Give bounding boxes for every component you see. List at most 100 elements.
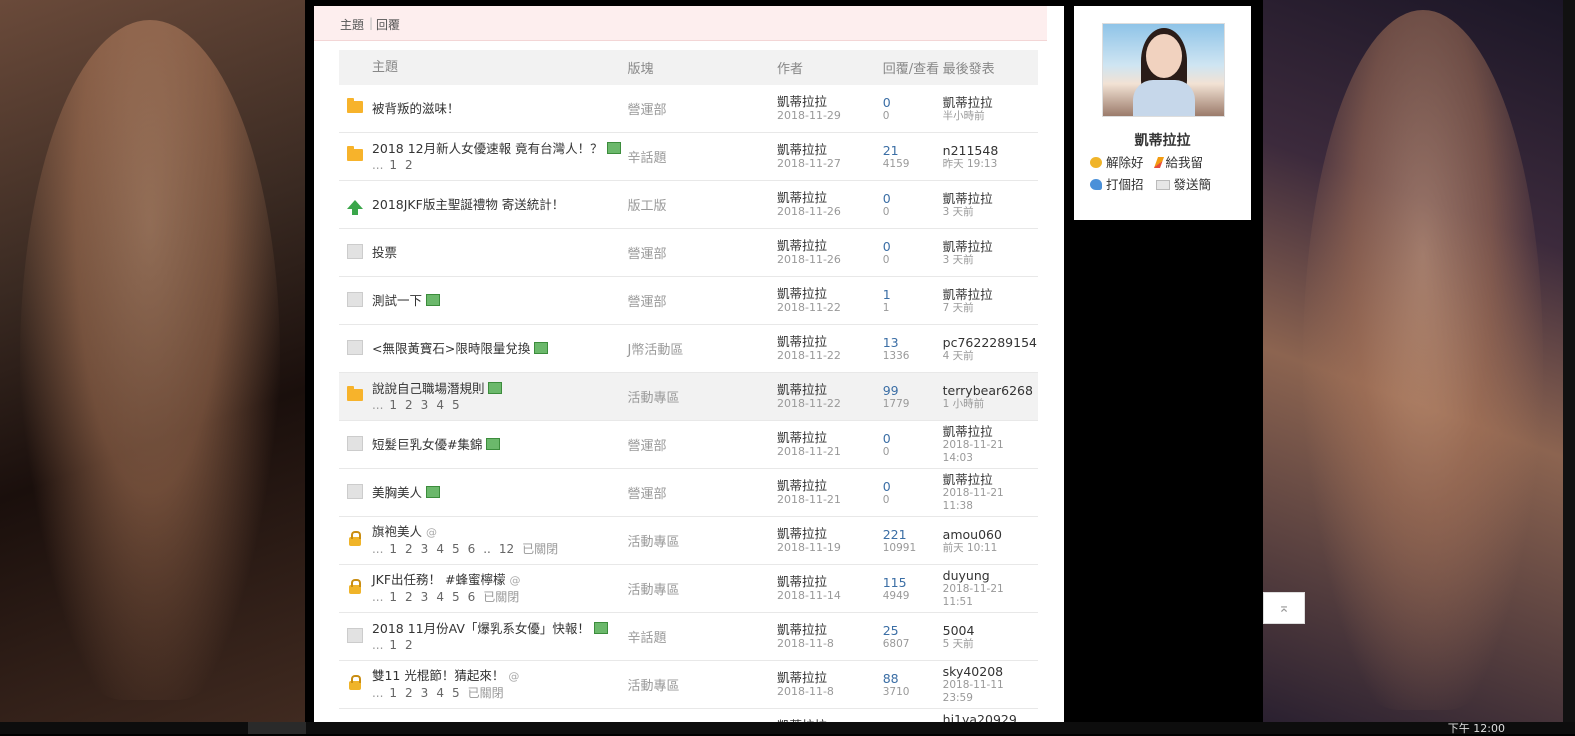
last-poster-link[interactable]: 凱蒂拉拉 xyxy=(943,95,1037,110)
page-link[interactable]: 5 xyxy=(452,542,460,556)
board-link[interactable]: 營運部 xyxy=(628,295,667,310)
board-link[interactable]: J幣活動區 xyxy=(628,343,684,358)
page-link[interactable]: 1 xyxy=(389,158,397,172)
avatar[interactable] xyxy=(1102,23,1225,117)
last-poster-link[interactable]: amou060 xyxy=(943,527,1037,542)
author-link[interactable]: 凱蒂拉拉 xyxy=(777,334,881,349)
last-poster-link[interactable]: terrybear6268 xyxy=(943,383,1037,398)
last-post-time[interactable]: 前天 10:11 xyxy=(943,542,1037,555)
thread-title-link[interactable]: 2018 11月份AV「爆乳系女優」快報！ xyxy=(372,621,590,636)
page-link[interactable]: 6 xyxy=(468,542,476,556)
document-icon[interactable] xyxy=(346,483,363,499)
pinned-up-icon[interactable] xyxy=(346,199,363,215)
page-link[interactable]: 4 xyxy=(436,590,444,604)
page-link[interactable]: 5 xyxy=(452,686,460,700)
back-to-top-button[interactable]: ⌅ xyxy=(1263,592,1305,624)
document-icon[interactable] xyxy=(346,627,363,643)
page-link[interactable]: 2 xyxy=(405,686,413,700)
reply-count[interactable]: 99 xyxy=(883,383,941,398)
board-link[interactable]: 活動專區 xyxy=(628,391,680,406)
board-link[interactable]: 辛話題 xyxy=(628,151,667,166)
last-poster-link[interactable]: 5004 xyxy=(943,623,1037,638)
poke-button[interactable]: 打個招 xyxy=(1090,174,1144,196)
author-link[interactable]: 凱蒂拉拉 xyxy=(777,670,881,685)
leave-message-button[interactable]: 給我留 xyxy=(1153,152,1203,174)
thread-title-link[interactable]: 2018JKF版主聖誕禮物 寄送統計！ xyxy=(372,197,564,212)
folder-icon[interactable] xyxy=(346,98,363,113)
unfriend-button[interactable]: 解除好 xyxy=(1090,152,1144,174)
reply-count[interactable]: 1 xyxy=(883,287,941,302)
page-link[interactable]: 1 xyxy=(389,638,397,652)
folder-icon[interactable] xyxy=(346,146,363,161)
board-link[interactable]: 營運部 xyxy=(628,487,667,502)
reply-count[interactable]: 0 xyxy=(883,239,941,254)
page-link[interactable]: 1 xyxy=(389,398,397,412)
last-post-time[interactable]: 2018-11-21 11:38 xyxy=(943,487,1037,513)
page-link[interactable]: 4 xyxy=(436,542,444,556)
reply-count[interactable]: 115 xyxy=(883,575,941,590)
thread-title-link[interactable]: 投票 xyxy=(372,245,397,260)
page-link[interactable]: 2 xyxy=(405,542,413,556)
last-poster-link[interactable]: pc7622289154 xyxy=(943,335,1037,350)
last-poster-link[interactable]: n211548 xyxy=(943,143,1037,158)
tab-topic[interactable]: 主題 xyxy=(340,16,364,33)
author-link[interactable]: 凱蒂拉拉 xyxy=(777,478,881,493)
author-link[interactable]: 凱蒂拉拉 xyxy=(777,526,881,541)
thread-title-link[interactable]: 雙11 光棍節！猜起來！ xyxy=(372,668,504,683)
author-link[interactable]: 凱蒂拉拉 xyxy=(777,574,881,589)
board-link[interactable]: 辛話題 xyxy=(628,631,667,646)
page-link[interactable]: 1 xyxy=(389,590,397,604)
page-link[interactable]: 3 xyxy=(421,542,429,556)
last-poster-link[interactable]: duyung xyxy=(943,568,1037,583)
author-link[interactable]: 凱蒂拉拉 xyxy=(777,286,881,301)
page-link[interactable]: 3 xyxy=(421,590,429,604)
thread-title-link[interactable]: 短髮巨乳女優#集錦 xyxy=(372,437,482,452)
last-post-time[interactable]: 7 天前 xyxy=(943,302,1037,315)
document-icon[interactable] xyxy=(346,435,363,451)
author-link[interactable]: 凱蒂拉拉 xyxy=(777,622,881,637)
page-link[interactable]: 2 xyxy=(405,398,413,412)
thread-title-link[interactable]: 說說自己職場潛規則 xyxy=(372,381,485,396)
reply-count[interactable]: 13 xyxy=(883,335,941,350)
reply-count[interactable]: 221 xyxy=(883,527,941,542)
last-poster-link[interactable]: 凱蒂拉拉 xyxy=(943,472,1037,487)
thread-title-link[interactable]: 美胸美人 xyxy=(372,485,422,500)
lock-icon[interactable] xyxy=(348,674,361,690)
lock-icon[interactable] xyxy=(348,530,361,546)
author-link[interactable]: 凱蒂拉拉 xyxy=(777,190,881,205)
page-link[interactable]: 6 xyxy=(468,590,476,604)
thread-title-link[interactable]: 測試一下 xyxy=(372,293,422,308)
page-link[interactable]: 4 xyxy=(436,398,444,412)
last-post-time[interactable]: 2018-11-21 14:03 xyxy=(943,439,1037,465)
document-icon[interactable] xyxy=(346,291,363,307)
page-link[interactable]: 1 xyxy=(389,542,397,556)
page-link[interactable]: 5 xyxy=(452,590,460,604)
page-link[interactable]: 2 xyxy=(405,638,413,652)
thread-title-link[interactable]: <無限黃寶石>限時限量兌換 xyxy=(372,341,530,356)
author-link[interactable]: 凱蒂拉拉 xyxy=(777,382,881,397)
taskbar-item[interactable] xyxy=(248,722,306,734)
folder-icon[interactable] xyxy=(346,386,363,401)
last-post-time[interactable]: 2018-11-11 23:59 xyxy=(943,679,1037,705)
last-post-time[interactable]: 5 天前 xyxy=(943,638,1037,651)
last-post-time[interactable]: 2018-11-21 11:51 xyxy=(943,583,1037,609)
author-link[interactable]: 凱蒂拉拉 xyxy=(777,238,881,253)
user-name[interactable]: 凱蒂拉拉 xyxy=(1074,130,1251,150)
thread-title-link[interactable]: 旗袍美人 xyxy=(372,524,422,539)
author-link[interactable]: 凱蒂拉拉 xyxy=(777,142,881,157)
tab-reply[interactable]: 回覆 xyxy=(376,16,400,33)
page-link[interactable]: 5 xyxy=(452,398,460,412)
last-poster-link[interactable]: 凱蒂拉拉 xyxy=(943,239,1037,254)
reply-count[interactable]: 0 xyxy=(883,95,941,110)
page-link[interactable]: 3 xyxy=(421,398,429,412)
send-message-button[interactable]: 發送簡 xyxy=(1155,174,1211,196)
last-post-time[interactable]: 3 天前 xyxy=(943,206,1037,219)
page-link[interactable]: 2 xyxy=(405,158,413,172)
author-link[interactable]: 凱蒂拉拉 xyxy=(777,430,881,445)
last-poster-link[interactable]: 凱蒂拉拉 xyxy=(943,287,1037,302)
board-link[interactable]: 活動專區 xyxy=(628,535,680,550)
last-poster-link[interactable]: sky40208 xyxy=(943,664,1037,679)
last-poster-link[interactable]: 凱蒂拉拉 xyxy=(943,191,1037,206)
page-link[interactable]: .. xyxy=(483,542,491,556)
thread-title-link[interactable]: 2018 12月新人女優速報 竟有台灣人！？ xyxy=(372,141,603,156)
